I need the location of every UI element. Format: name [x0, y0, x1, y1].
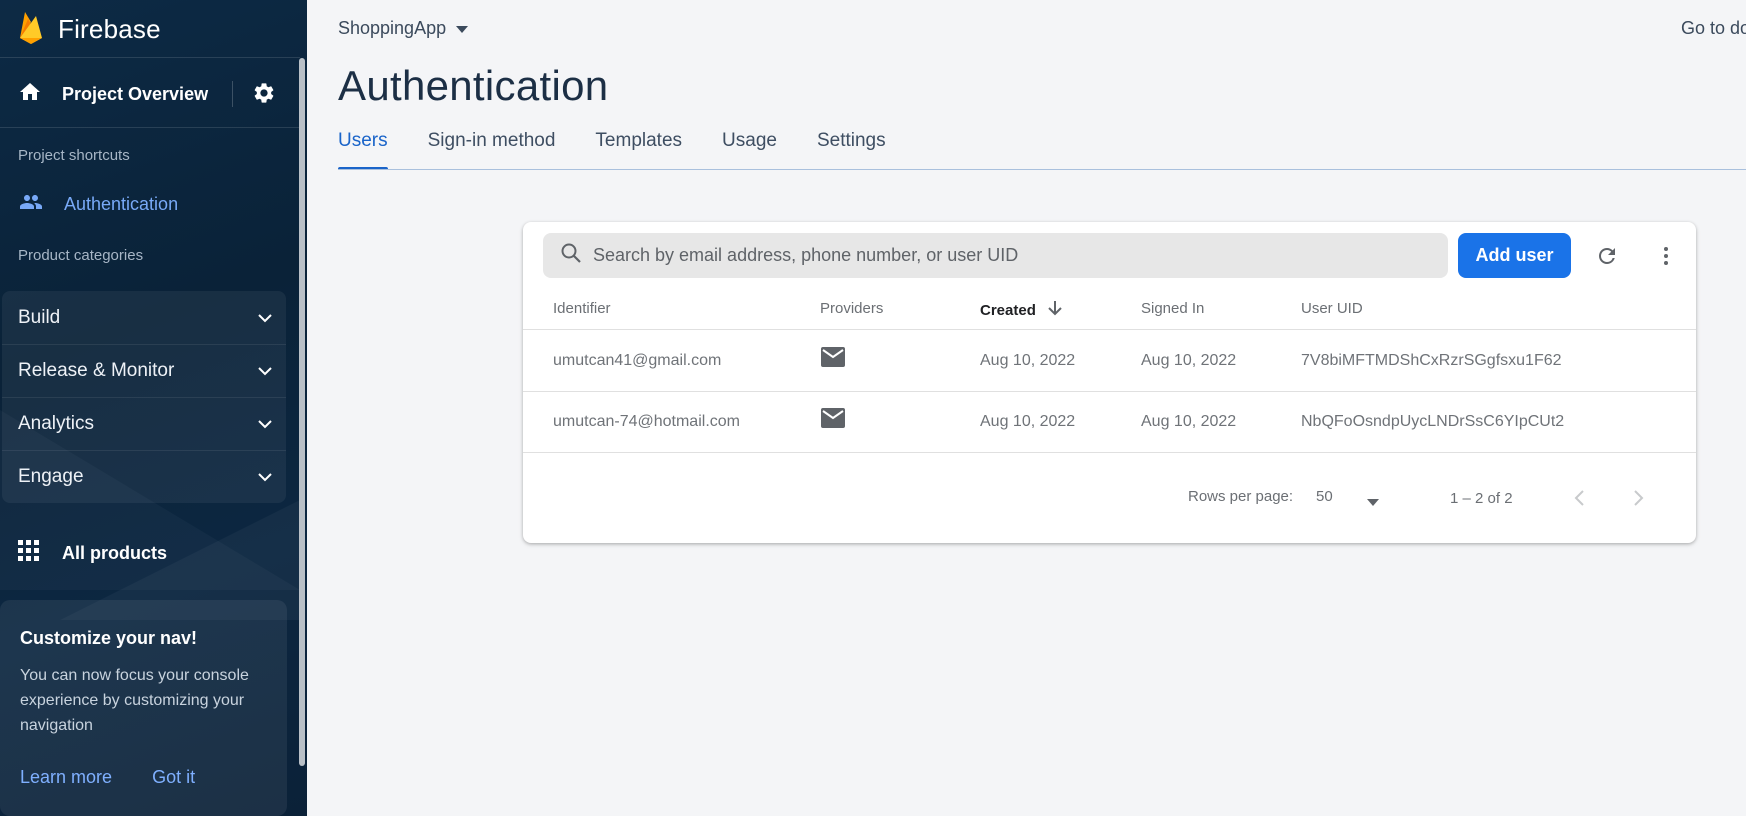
divider [232, 81, 233, 107]
chevron-down-icon [258, 469, 272, 487]
category-analytics[interactable]: Analytics [2, 397, 286, 450]
sidebar-item-authentication[interactable]: Authentication [18, 190, 178, 219]
column-created-label: Created [980, 301, 1036, 319]
category-release-monitor[interactable]: Release & Monitor [2, 344, 286, 397]
category-engage[interactable]: Engage [2, 450, 286, 503]
tab-settings[interactable]: Settings [817, 130, 886, 170]
chevron-down-icon [258, 363, 272, 381]
chevron-left-icon[interactable] [1573, 489, 1585, 512]
tab-usage[interactable]: Usage [722, 130, 777, 170]
main-content: ShoppingApp Go to do Authentication User… [307, 0, 1746, 816]
project-selector[interactable]: ShoppingApp [338, 18, 469, 39]
people-icon [18, 190, 44, 219]
project-overview-label: Project Overview [62, 83, 209, 104]
refresh-icon[interactable] [1595, 244, 1619, 273]
tab-users[interactable]: Users [338, 130, 388, 170]
email-icon [821, 347, 845, 372]
tab-templates[interactable]: Templates [595, 130, 682, 170]
search-bar[interactable] [543, 233, 1448, 278]
got-it-button[interactable]: Got it [152, 767, 195, 788]
cell-identifier: umutcan-74@hotmail.com [553, 413, 740, 430]
category-label: Analytics [18, 412, 95, 434]
sidebar-scrollbar[interactable] [299, 58, 305, 766]
cell-signed-in: Aug 10, 2022 [1141, 352, 1237, 369]
table-pagination: Rows per page: 50 1 – 2 of 2 [523, 484, 1696, 514]
arrow-down-icon [1048, 300, 1062, 320]
home-icon [18, 80, 42, 109]
users-table-card: Add user Identifier Providers Created Si… [523, 222, 1696, 543]
product-categories-list: Build Release & Monitor Analytics Engage [2, 291, 286, 503]
customize-nav-body: You can now focus your console experienc… [20, 667, 249, 734]
product-categories-heading: Product categories [18, 247, 144, 264]
divider [0, 57, 300, 58]
tab-bar: Users Sign-in method Templates Usage Set… [338, 130, 926, 170]
search-input[interactable] [593, 245, 1433, 266]
chevron-down-icon [258, 416, 272, 434]
add-user-button[interactable]: Add user [1458, 233, 1571, 278]
apps-grid-icon [18, 540, 40, 567]
column-providers[interactable]: Providers [820, 300, 883, 317]
customize-nav-title: Customize your nav! [20, 628, 198, 648]
sidebar-item-all-products[interactable]: All products [18, 540, 167, 567]
project-overview-item[interactable]: Project Overview [18, 78, 288, 110]
pagination-range: 1 – 2 of 2 [1450, 490, 1513, 507]
dropdown-arrow-icon[interactable] [1367, 493, 1379, 511]
chevron-right-icon[interactable] [1633, 489, 1645, 512]
sidebar-item-label: Authentication [64, 194, 179, 214]
rows-per-page-select[interactable]: 50 [1316, 488, 1333, 505]
cell-identifier: umutcan41@gmail.com [553, 352, 722, 369]
category-build[interactable]: Build [2, 291, 286, 344]
page-title: Authentication [338, 62, 609, 109]
column-identifier[interactable]: Identifier [553, 300, 611, 317]
firebase-title: Firebase [58, 13, 161, 44]
more-vert-icon[interactable] [1654, 244, 1678, 273]
column-signed-in[interactable]: Signed In [1141, 300, 1204, 317]
project-shortcuts-heading: Project shortcuts [18, 147, 130, 164]
sidebar-item-label: All products [62, 543, 168, 563]
column-user-uid[interactable]: User UID [1301, 300, 1363, 317]
rows-per-page-label: Rows per page: [1188, 488, 1294, 505]
customize-nav-card: Customize your nav! You can now focus yo… [0, 600, 287, 816]
cell-created: Aug 10, 2022 [980, 352, 1076, 369]
column-created[interactable]: Created [980, 300, 1062, 320]
gear-icon[interactable] [252, 81, 276, 110]
sidebar: Firebase Project Overview Project shortc… [0, 0, 307, 816]
category-label: Release & Monitor [18, 359, 175, 381]
tab-sign-in-method[interactable]: Sign-in method [428, 130, 556, 170]
firebase-logo-icon [18, 10, 44, 49]
table-header: Identifier Providers Created Signed In U… [523, 280, 1696, 330]
search-icon [559, 241, 583, 270]
cell-created: Aug 10, 2022 [980, 413, 1076, 430]
go-to-docs-link[interactable]: Go to do [1681, 18, 1746, 39]
chevron-down-icon [258, 310, 272, 328]
cell-user-uid: 7V8biMFTMDShCxRzrSGgfsxu1F62 [1301, 352, 1562, 369]
table-row[interactable]: umutcan41@gmail.com Aug 10, 2022 Aug 10,… [523, 331, 1696, 392]
divider [0, 127, 300, 128]
dropdown-arrow-icon [456, 20, 469, 38]
firebase-brand[interactable]: Firebase [18, 10, 161, 48]
email-icon [821, 408, 845, 433]
tabs-divider [338, 169, 1746, 170]
category-label: Engage [18, 465, 84, 487]
table-row[interactable]: umutcan-74@hotmail.com Aug 10, 2022 Aug … [523, 392, 1696, 453]
project-name: ShoppingApp [338, 18, 447, 38]
cell-signed-in: Aug 10, 2022 [1141, 413, 1237, 430]
category-label: Build [18, 306, 61, 328]
cell-user-uid: NbQFoOsndpUycLNDrSsC6YIpCUt2 [1301, 413, 1565, 430]
learn-more-link[interactable]: Learn more [20, 767, 112, 788]
